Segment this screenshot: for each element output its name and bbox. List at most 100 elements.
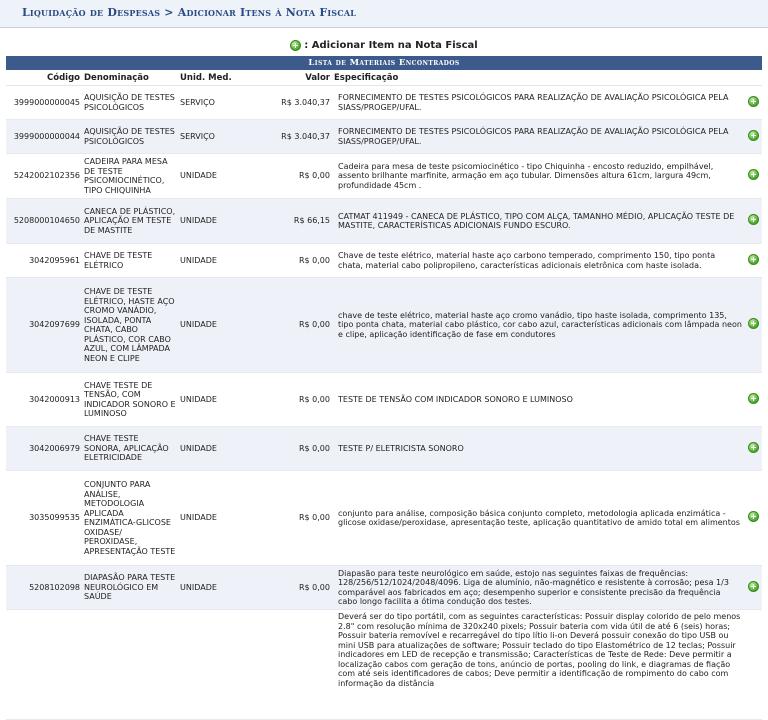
row-add-button[interactable] bbox=[744, 153, 762, 199]
row-value: R$ 3.040,37 bbox=[268, 119, 332, 154]
row-code bbox=[6, 609, 82, 720]
row-value: R$ 0,00 bbox=[268, 153, 332, 199]
add-item-legend: : Adicionar Item na Nota Fiscal bbox=[6, 34, 762, 56]
table-row: 3042006979 CHAVE TESTE SONORA, APLICAÇÃO… bbox=[6, 426, 762, 471]
row-code: 5208000104650 bbox=[6, 198, 82, 244]
row-spec: TESTE DE TENSÃO COM INDICADOR SONORO E L… bbox=[332, 372, 744, 427]
table-row: 3042095961 CHAVE DE TESTE ELÉTRICO UNIDA… bbox=[6, 243, 762, 278]
row-value: R$ 0,00 bbox=[268, 277, 332, 373]
row-value: R$ 0,00 bbox=[268, 565, 332, 610]
add-circle-icon bbox=[747, 129, 759, 141]
row-unit: UNIDADE bbox=[178, 565, 268, 610]
table-row: 5208102098 DIAPASÃO PARA TESTE NEUROLÓGI… bbox=[6, 565, 762, 610]
row-code: 3042097699 bbox=[6, 277, 82, 373]
row-code: 5208102098 bbox=[6, 565, 82, 610]
row-denomination: CHAVE TESTE DE TENSÃO, COM INDICADOR SON… bbox=[82, 372, 178, 427]
add-circle-icon bbox=[747, 318, 759, 330]
table-row: 3042097699 CHAVE DE TESTE ELÉTRICO, HAST… bbox=[6, 277, 762, 373]
row-denomination: CONJUNTO PARA ANÁLISE, METODOLOGIA APLIC… bbox=[82, 470, 178, 566]
row-denomination: CADEIRA PARA MESA DE TESTE PSICOMIOCINÉT… bbox=[82, 153, 178, 199]
row-denomination: CHAVE DE TESTE ELÉTRICO, HASTE AÇO CROMO… bbox=[82, 277, 178, 373]
col-header-value: Valor bbox=[268, 70, 332, 86]
row-code: 3042006979 bbox=[6, 426, 82, 471]
row-value: R$ 3.040,37 bbox=[268, 85, 332, 120]
list-title: Lista de Materiais Encontrados bbox=[6, 56, 762, 70]
row-spec: conjunto para análise, composição básica… bbox=[332, 470, 744, 566]
table-row: 3999000000044 AQUISIÇÃO DE TESTES PSICOL… bbox=[6, 119, 762, 154]
add-circle-icon bbox=[747, 392, 759, 404]
row-add-button[interactable] bbox=[744, 565, 762, 610]
list-title-text: Lista de Materiais Encontrados bbox=[308, 58, 460, 68]
row-denomination: CHAVE DE TESTE ELÉTRICO bbox=[82, 243, 178, 278]
add-circle-icon bbox=[747, 253, 759, 265]
row-spec: Chave de teste elétrico, material haste … bbox=[332, 243, 744, 278]
table-header-row: Código Denominação Unid. Med. Valor Espe… bbox=[6, 70, 762, 86]
row-denomination bbox=[82, 609, 178, 720]
row-add-button[interactable] bbox=[744, 243, 762, 278]
table-row: 3042000913 CHAVE TESTE DE TENSÃO, COM IN… bbox=[6, 372, 762, 427]
row-denomination: CANECA DE PLÁSTICO, APLICAÇÃO EM TESTE D… bbox=[82, 198, 178, 244]
add-circle-icon bbox=[747, 169, 759, 181]
table-row: Deverá ser do tipo portátil, com as segu… bbox=[6, 609, 762, 720]
col-header-denomination: Denominação bbox=[82, 70, 178, 86]
materials-table: Código Denominação Unid. Med. Valor Espe… bbox=[6, 70, 762, 720]
row-spec: Diapasão para teste neurológico em saúde… bbox=[332, 565, 744, 610]
row-value: R$ 0,00 bbox=[268, 372, 332, 427]
table-row: 5208000104650 CANECA DE PLÁSTICO, APLICA… bbox=[6, 198, 762, 244]
table-row: 3999000000045 AQUISIÇÃO DE TESTES PSICOL… bbox=[6, 85, 762, 120]
row-unit: SERVIÇO bbox=[178, 85, 268, 120]
row-unit: UNIDADE bbox=[178, 372, 268, 427]
row-value: R$ 0,00 bbox=[268, 470, 332, 566]
row-unit: UNIDADE bbox=[178, 198, 268, 244]
col-header-action bbox=[744, 70, 762, 86]
col-header-code: Código bbox=[6, 70, 82, 86]
row-code: 3035099535 bbox=[6, 470, 82, 566]
row-add-button[interactable] bbox=[744, 470, 762, 566]
row-code: 3999000000045 bbox=[6, 85, 82, 120]
row-unit: SERVIÇO bbox=[178, 119, 268, 154]
col-header-unit: Unid. Med. bbox=[178, 70, 268, 86]
add-circle-icon bbox=[747, 95, 759, 107]
row-action bbox=[744, 609, 762, 720]
table-row: 3035099535 CONJUNTO PARA ANÁLISE, METODO… bbox=[6, 470, 762, 566]
row-value: R$ 66,15 bbox=[268, 198, 332, 244]
row-add-button[interactable] bbox=[744, 277, 762, 373]
row-add-button[interactable] bbox=[744, 85, 762, 120]
row-code: 5242002102356 bbox=[6, 153, 82, 199]
page-content: : Adicionar Item na Nota Fiscal Lista de… bbox=[6, 34, 762, 720]
row-denomination: DIAPASÃO PARA TESTE NEUROLÓGICO EM SAÚDE bbox=[82, 565, 178, 610]
row-spec: CATMAT 411949 - CANECA DE PLÁSTICO, TIPO… bbox=[332, 198, 744, 244]
row-code: 3042000913 bbox=[6, 372, 82, 427]
row-unit: UNIDADE bbox=[178, 277, 268, 373]
row-code: 3999000000044 bbox=[6, 119, 82, 154]
add-circle-icon bbox=[747, 214, 759, 226]
add-circle-icon bbox=[290, 39, 302, 51]
table-row: 5242002102356 CADEIRA PARA MESA DE TESTE… bbox=[6, 153, 762, 199]
row-unit bbox=[178, 609, 268, 720]
breadcrumb: Liquidação de Despesas > Adicionar Itens… bbox=[0, 0, 768, 28]
row-denomination: AQUISIÇÃO DE TESTES PSICOLÓGICOS bbox=[82, 85, 178, 120]
row-spec: TESTE P/ ELETRICISTA SONORO bbox=[332, 426, 744, 471]
add-item-legend-label: : Adicionar Item na Nota Fiscal bbox=[304, 39, 478, 51]
row-unit: UNIDADE bbox=[178, 153, 268, 199]
row-add-button[interactable] bbox=[744, 372, 762, 427]
row-value: R$ 0,00 bbox=[268, 243, 332, 278]
row-unit: UNIDADE bbox=[178, 243, 268, 278]
add-circle-icon bbox=[747, 441, 759, 453]
breadcrumb-text: Liquidação de Despesas > Adicionar Itens… bbox=[22, 6, 357, 19]
row-denomination: CHAVE TESTE SONORA, APLICAÇÃO ELETRICIDA… bbox=[82, 426, 178, 471]
col-header-spec: Especificação bbox=[332, 70, 744, 86]
row-spec: FORNECIMENTO DE TESTES PSICOLÓGICOS PARA… bbox=[332, 119, 744, 154]
row-value: R$ 0,00 bbox=[268, 426, 332, 471]
row-add-button[interactable] bbox=[744, 119, 762, 154]
row-add-button[interactable] bbox=[744, 426, 762, 471]
row-spec: chave de teste elétrico, material haste … bbox=[332, 277, 744, 373]
row-add-button[interactable] bbox=[744, 198, 762, 244]
row-spec: FORNECIMENTO DE TESTES PSICOLÓGICOS PARA… bbox=[332, 85, 744, 120]
row-code: 3042095961 bbox=[6, 243, 82, 278]
row-spec: Cadeira para mesa de teste psicomiocinét… bbox=[332, 153, 744, 199]
row-unit: UNIDADE bbox=[178, 426, 268, 471]
add-circle-icon bbox=[747, 580, 759, 592]
add-circle-icon bbox=[747, 511, 759, 523]
row-spec: Deverá ser do tipo portátil, com as segu… bbox=[332, 609, 744, 720]
